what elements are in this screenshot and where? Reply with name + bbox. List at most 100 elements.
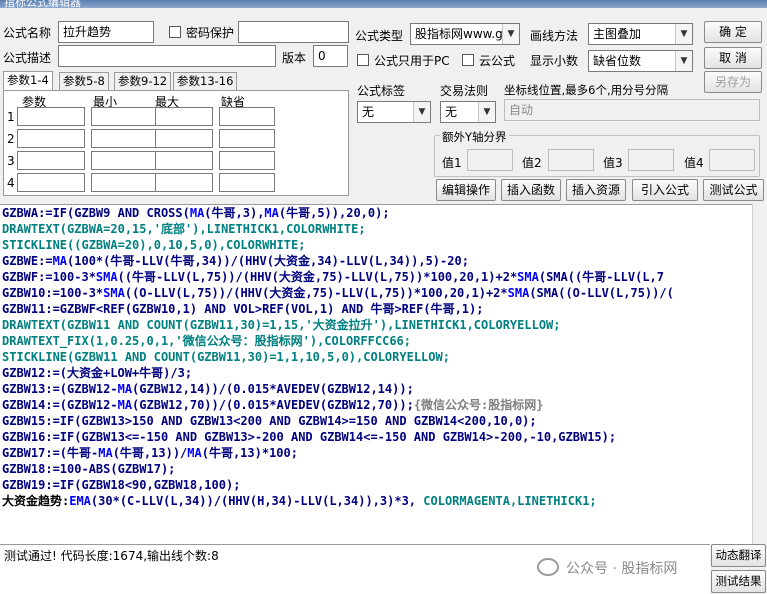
y-value-1-input[interactable] bbox=[467, 149, 513, 171]
code-line: GZBWE:=MA(100*(牛哥-LLV(牛哥,34))/(HHV(大资金,3… bbox=[0, 253, 752, 269]
param-default-input[interactable] bbox=[219, 173, 275, 192]
tab-params-1-4[interactable]: 参数1-4 bbox=[3, 71, 53, 91]
param-name-input[interactable] bbox=[17, 173, 85, 192]
code-token: GZBW17:=(牛哥- bbox=[2, 446, 99, 460]
password-input[interactable] bbox=[238, 21, 349, 43]
test-formula-button[interactable]: 测试公式 bbox=[703, 179, 764, 201]
code-line: GZBW17:=(牛哥-MA(牛哥,13))/MA(牛哥,13)*100; bbox=[0, 445, 752, 461]
y-value-label: 值1 bbox=[442, 156, 462, 170]
decimals-label: 显示小数 bbox=[530, 54, 579, 68]
title-bar: 指标公式编辑器 bbox=[0, 0, 767, 8]
code-token: MA bbox=[117, 382, 133, 396]
draw-method-select[interactable]: 主图叠加 ▼ bbox=[588, 23, 693, 45]
import-formula-button[interactable]: 引入公式 bbox=[632, 179, 698, 201]
code-token: GZBW16:=IF(GZBW13<=-150 AND GZBW13>-200 … bbox=[2, 430, 617, 444]
param-row-num: 4 bbox=[7, 176, 15, 190]
code-line: GZBW12:=(大资金+LOW+牛哥)/3; bbox=[0, 365, 752, 381]
version-input[interactable]: 0 bbox=[313, 45, 348, 67]
test-result-button[interactable]: 测试结果 bbox=[711, 570, 766, 593]
param-default-input[interactable] bbox=[219, 107, 275, 126]
code-token: SMA bbox=[507, 286, 530, 300]
dynamic-translate-button[interactable]: 动态翻译 bbox=[711, 544, 766, 567]
param-min-input[interactable] bbox=[91, 107, 159, 126]
param-max-input[interactable] bbox=[155, 151, 213, 170]
formula-type-select[interactable]: 股指标网www.g ▼ bbox=[410, 23, 520, 45]
code-token: GZBWA:=IF(GZBW9 AND CROSS( bbox=[2, 206, 190, 220]
code-token: (SMA((O-LLV(L,75))/( bbox=[529, 286, 674, 300]
version-label: 版本 bbox=[282, 51, 307, 65]
code-line: GZBW11:=GZBWF<REF(GZBW10,1) AND VOL>REF(… bbox=[0, 301, 752, 317]
param-row-num: 1 bbox=[7, 110, 15, 124]
y-value-4-input[interactable] bbox=[709, 149, 755, 171]
status-panel: 测试通过! 代码长度:1674,输出线个数:8 公众号 · 股指标网 bbox=[0, 544, 710, 594]
param-name-input[interactable] bbox=[17, 107, 85, 126]
formula-desc-input[interactable] bbox=[58, 45, 276, 67]
code-token: (GZBW12,70))/(0.015*AVEDEV(GZBW12,70)); bbox=[132, 398, 414, 412]
status-text: 测试通过! 代码长度:1674,输出线个数:8 bbox=[4, 549, 219, 563]
trade-rule-select[interactable]: 无 ▼ bbox=[440, 101, 496, 123]
chevron-down-icon: ▼ bbox=[478, 102, 495, 122]
code-line: GZBW16:=IF(GZBW13<=-150 AND GZBW13>-200 … bbox=[0, 429, 752, 445]
tab-params-9-12[interactable]: 参数9-12 bbox=[114, 72, 172, 90]
param-max-input[interactable] bbox=[155, 107, 213, 126]
code-token: (1,0.25,0,1,'微信公众号：股指标网'),COLORFFCC66; bbox=[88, 334, 411, 348]
y-axis-title: 额外Y轴分界 bbox=[440, 129, 509, 145]
code-token: GZBWF:=100-3* bbox=[2, 270, 96, 284]
param-min-input[interactable] bbox=[91, 173, 159, 192]
decimals-select[interactable]: 缺省位数 ▼ bbox=[588, 50, 693, 72]
tab-params-13-16[interactable]: 参数13-16 bbox=[173, 72, 238, 90]
code-token: DRAWTEXT bbox=[2, 318, 60, 332]
draw-method-label: 画线方法 bbox=[530, 29, 579, 43]
code-token: (30*(C-LLV(L,34))/(HHV(H,34)-LLV(L,34)),… bbox=[90, 494, 424, 508]
param-default-input[interactable] bbox=[219, 129, 275, 148]
ok-button[interactable]: 确 定 bbox=[704, 21, 762, 43]
code-token: GZBW11:=GZBWF<REF(GZBW10,1) AND VOL>REF(… bbox=[2, 302, 484, 316]
code-token: MA bbox=[117, 398, 133, 412]
param-name-input[interactable] bbox=[17, 151, 85, 170]
param-max-input[interactable] bbox=[155, 129, 213, 148]
wechat-icon bbox=[537, 558, 559, 576]
chevron-down-icon: ▼ bbox=[675, 24, 692, 44]
password-checkbox[interactable] bbox=[169, 26, 181, 38]
param-name-input[interactable] bbox=[17, 129, 85, 148]
insert-resource-button[interactable]: 插入资源 bbox=[566, 179, 626, 201]
formula-tag-select[interactable]: 无 ▼ bbox=[357, 101, 431, 123]
save-as-button[interactable]: 另存为 bbox=[704, 71, 762, 93]
coord-label: 坐标线位置,最多6个,用分号分隔 bbox=[504, 83, 669, 97]
code-line: GZBWA:=IF(GZBW9 AND CROSS(MA(牛哥,3),MA(牛哥… bbox=[0, 205, 752, 221]
code-token: ((O-LLV(L,75))/(HHV(大资金,75)-LLV(L,75))*1… bbox=[124, 286, 508, 300]
insert-function-button[interactable]: 插入函数 bbox=[501, 179, 561, 201]
code-token: GZBW15:=IF(GZBW13>150 AND GZBW13<200 AND… bbox=[2, 414, 537, 428]
code-token: GZBW18:=100-ABS(GZBW17); bbox=[2, 462, 176, 476]
code-line: GZBW18:=100-ABS(GZBW17); bbox=[0, 461, 752, 477]
code-token: GZBW14:=(GZBW12- bbox=[2, 398, 118, 412]
code-token: GZBWE:= bbox=[2, 254, 53, 268]
cancel-button[interactable]: 取 消 bbox=[704, 47, 762, 69]
formula-name-input[interactable]: 拉升趋势 bbox=[58, 21, 154, 43]
code-line: DRAWTEXT_FIX(1,0.25,0,1,'微信公众号：股指标网'),CO… bbox=[0, 333, 752, 349]
y-value-2-input[interactable] bbox=[548, 149, 594, 171]
code-token: GZBW13:=(GZBW12- bbox=[2, 382, 118, 396]
code-line: GZBWF:=100-3*SMA((牛哥-LLV(L,75))/(HHV(大资金… bbox=[0, 269, 752, 285]
desc-label: 公式描述 bbox=[3, 51, 52, 65]
param-default-input[interactable] bbox=[219, 151, 275, 170]
code-token: (100*(牛哥-LLV(牛哥,34))/(HHV(大资金,34)-LLV(L,… bbox=[67, 254, 469, 268]
tab-params-5-8[interactable]: 参数5-8 bbox=[59, 72, 109, 90]
coord-input[interactable]: 自动 bbox=[504, 99, 760, 121]
edit-operation-button[interactable]: 编辑操作 bbox=[436, 179, 496, 201]
param-min-input[interactable] bbox=[91, 151, 159, 170]
code-line: GZBW13:=(GZBW12-MA(GZBW12,14))/(0.015*AV… bbox=[0, 381, 752, 397]
y-value-3-input[interactable] bbox=[628, 149, 674, 171]
code-token: (GZBW11 AND COUNT(GZBW11,30)=1,15,'大资金拉升… bbox=[59, 318, 561, 332]
code-token: (SMA((牛哥-LLV(L,7 bbox=[538, 270, 665, 284]
vertical-scrollbar[interactable] bbox=[752, 204, 767, 544]
code-line: GZBW19:=IF(GZBW18<90,GZBW18,100); bbox=[0, 477, 752, 493]
y-value-label: 值4 bbox=[684, 156, 704, 170]
cloud-formula-checkbox[interactable] bbox=[462, 54, 474, 66]
code-editor[interactable]: GZBWA:=IF(GZBW9 AND CROSS(MA(牛哥,3),MA(牛哥… bbox=[0, 204, 752, 544]
code-token: ((GZBWA=20),0,10,5,0),COLORWHITE; bbox=[67, 238, 306, 252]
param-max-input[interactable] bbox=[155, 173, 213, 192]
pc-only-checkbox[interactable] bbox=[357, 54, 369, 66]
param-min-input[interactable] bbox=[91, 129, 159, 148]
code-token: ((牛哥-LLV(L,75))/(HHV(大资金,75)-LLV(L,75))*… bbox=[117, 270, 518, 284]
